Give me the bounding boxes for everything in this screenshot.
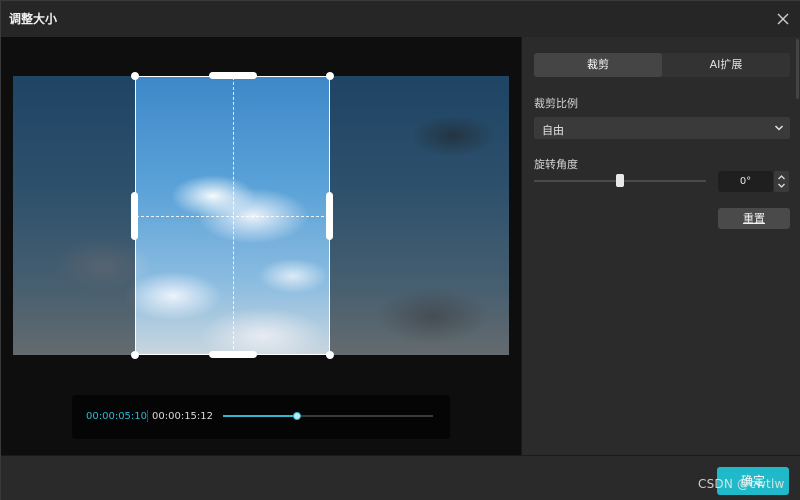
crop-handle-right[interactable] <box>326 192 333 240</box>
close-icon <box>777 13 789 25</box>
crop-handle-top-left[interactable] <box>131 72 139 80</box>
playback-knob[interactable] <box>292 412 301 420</box>
time-divider <box>147 410 148 422</box>
crop-handle-bottom[interactable] <box>209 351 257 358</box>
tab-bar: 裁剪 AI扩展 <box>534 53 790 77</box>
rotation-slider-thumb[interactable] <box>616 174 624 187</box>
rotation-stepper[interactable] <box>774 171 789 192</box>
chevron-down-icon <box>774 125 784 131</box>
dialog-footer: 确定 CSDN @cwtlw <box>1 455 800 500</box>
close-button[interactable] <box>775 11 791 27</box>
tab-ai-expand[interactable]: AI扩展 <box>662 53 790 77</box>
current-time: 00:00:05:10 <box>86 411 148 422</box>
playback-track[interactable] <box>223 412 433 420</box>
crop-handle-left[interactable] <box>131 192 138 240</box>
rotation-label: 旋转角度 <box>534 158 578 171</box>
playback-bar: 00:00:05:10 00:00:15:12 <box>72 395 450 439</box>
rotation-input[interactable]: 0° <box>718 171 773 192</box>
crop-handle-bottom-right[interactable] <box>326 351 334 359</box>
rotation-slider[interactable] <box>534 174 706 187</box>
crop-dim-right <box>330 76 509 355</box>
panel-scrollbar[interactable] <box>796 39 799 99</box>
settings-panel: 裁剪 AI扩展 裁剪比例 自由 旋转角度 0° 重置 <box>521 37 800 455</box>
reset-button[interactable]: 重置 <box>718 208 790 229</box>
watermark-text: CSDN @cwtlw <box>698 477 785 491</box>
playback-progress <box>223 415 297 417</box>
dialog-title: 调整大小 <box>9 12 58 26</box>
crop-handle-top-right[interactable] <box>326 72 334 80</box>
stepper-arrows-icon <box>778 175 785 188</box>
total-time: 00:00:15:12 <box>152 411 214 422</box>
crop-ratio-select[interactable]: 自由 <box>534 117 790 139</box>
crop-frame[interactable] <box>135 76 330 355</box>
crop-dim-left <box>13 76 135 355</box>
tab-crop[interactable]: 裁剪 <box>534 53 662 77</box>
crop-handle-bottom-left[interactable] <box>131 351 139 359</box>
crop-ratio-value: 自由 <box>542 124 564 137</box>
crop-ratio-label: 裁剪比例 <box>534 97 578 110</box>
resize-dialog: 调整大小 00:00:05:10 00:00:15:12 裁剪 AI扩展 裁剪比… <box>0 0 800 500</box>
crop-grid-horizontal <box>136 216 329 217</box>
crop-handle-top[interactable] <box>209 72 257 79</box>
title-bar: 调整大小 <box>1 1 800 37</box>
